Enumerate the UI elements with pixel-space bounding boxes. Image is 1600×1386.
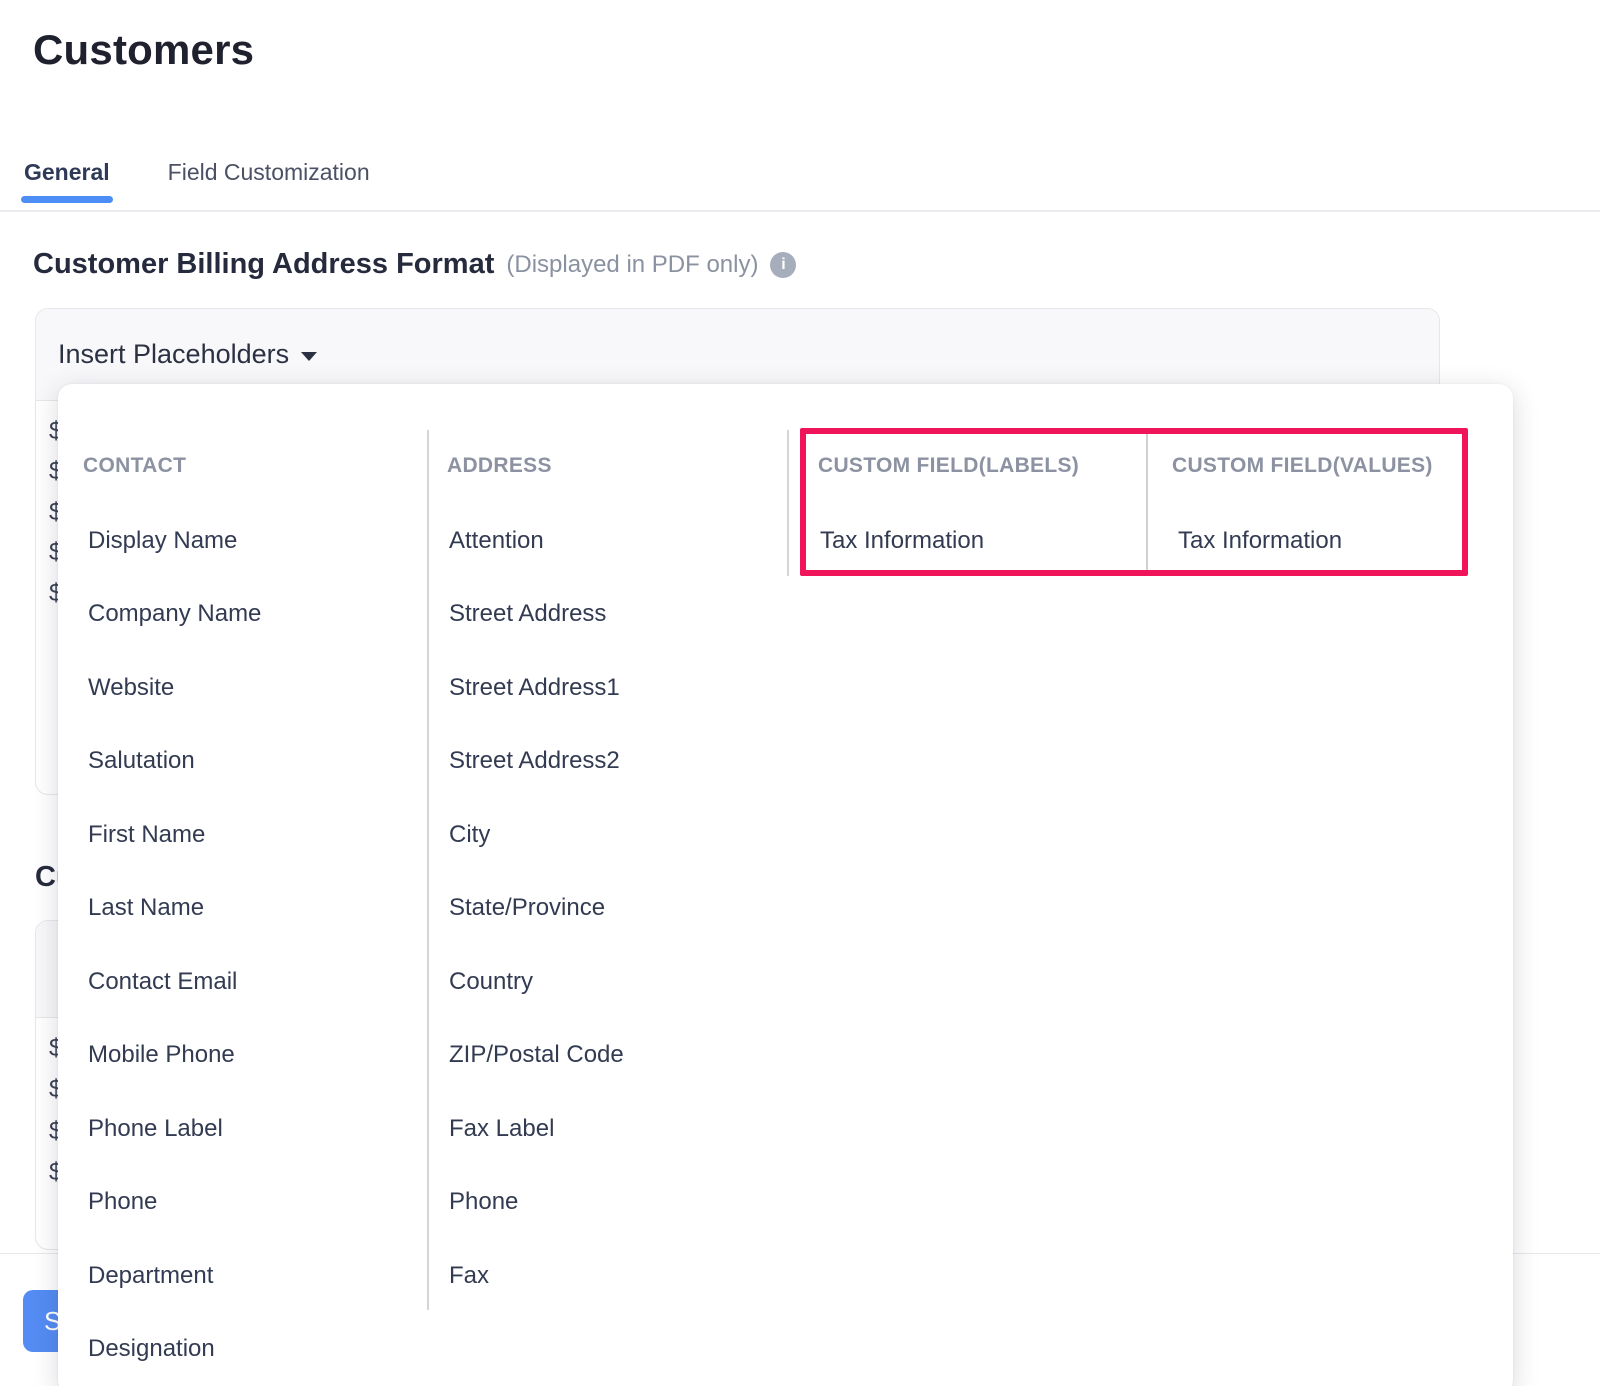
placeholder-option[interactable]: Phone bbox=[449, 1166, 624, 1240]
customers-settings-page: Customers General Field Customization Cu… bbox=[0, 0, 1600, 1386]
placeholder-option[interactable]: Designation bbox=[88, 1313, 261, 1386]
tab-general[interactable]: General bbox=[24, 156, 110, 188]
tabs-divider bbox=[0, 210, 1600, 212]
custom-field-values-list: Tax Information bbox=[1178, 504, 1342, 578]
column-divider bbox=[1146, 434, 1148, 574]
placeholder-option[interactable]: City bbox=[449, 798, 624, 872]
page-title: Customers bbox=[33, 26, 254, 74]
tab-field-customization-label: Field Customization bbox=[168, 159, 370, 186]
tab-field-customization[interactable]: Field Customization bbox=[168, 156, 370, 188]
info-icon[interactable]: i bbox=[770, 252, 796, 278]
custom-field-labels-header: CUSTOM FIELD(LABELS) bbox=[818, 444, 1079, 488]
placeholders-dropdown: CONTACT Display NameCompany NameWebsiteS… bbox=[58, 384, 1513, 1386]
tab-bar: General Field Customization bbox=[24, 156, 370, 188]
placeholder-option[interactable]: Phone bbox=[88, 1166, 261, 1240]
placeholder-option[interactable]: Country bbox=[449, 945, 624, 1019]
placeholder-option[interactable]: Street Address1 bbox=[449, 651, 624, 725]
billing-heading-text: Customer Billing Address Format bbox=[33, 248, 494, 281]
placeholder-option[interactable]: Last Name bbox=[88, 872, 261, 946]
contact-column-header: CONTACT bbox=[83, 444, 186, 488]
custom-field-labels-list: Tax Information bbox=[820, 504, 984, 578]
column-divider bbox=[787, 430, 789, 576]
placeholder-option[interactable]: Fax Label bbox=[449, 1092, 624, 1166]
contact-item-list: Display NameCompany NameWebsiteSalutatio… bbox=[88, 504, 261, 1386]
placeholder-option[interactable]: First Name bbox=[88, 798, 261, 872]
custom-field-values-header: CUSTOM FIELD(VALUES) bbox=[1172, 444, 1433, 488]
placeholder-option[interactable]: Department bbox=[88, 1239, 261, 1313]
placeholder-option[interactable]: Salutation bbox=[88, 725, 261, 799]
placeholder-option[interactable]: Street Address bbox=[449, 578, 624, 652]
address-column-header: ADDRESS bbox=[447, 444, 552, 488]
placeholder-option[interactable]: Website bbox=[88, 651, 261, 725]
placeholder-option[interactable]: Company Name bbox=[88, 578, 261, 652]
billing-section-heading: Customer Billing Address Format (Display… bbox=[33, 248, 796, 281]
placeholder-option[interactable]: Attention bbox=[449, 504, 624, 578]
insert-placeholders-label: Insert Placeholders bbox=[58, 339, 289, 370]
placeholder-option[interactable]: Fax bbox=[449, 1239, 624, 1313]
billing-heading-hint: (Displayed in PDF only) bbox=[506, 251, 758, 279]
placeholder-option[interactable]: Mobile Phone bbox=[88, 1019, 261, 1093]
chevron-down-icon bbox=[301, 352, 317, 361]
tab-general-label: General bbox=[24, 159, 110, 186]
insert-placeholders-button[interactable]: Insert Placeholders bbox=[58, 339, 317, 370]
placeholder-option[interactable]: Display Name bbox=[88, 504, 261, 578]
placeholder-option[interactable]: Street Address2 bbox=[449, 725, 624, 799]
placeholder-option[interactable]: Tax Information bbox=[820, 504, 984, 578]
placeholder-option[interactable]: Tax Information bbox=[1178, 504, 1342, 578]
address-item-list: AttentionStreet AddressStreet Address1St… bbox=[449, 504, 624, 1313]
column-divider bbox=[427, 430, 429, 1310]
placeholder-option[interactable]: Contact Email bbox=[88, 945, 261, 1019]
placeholder-option[interactable]: ZIP/Postal Code bbox=[449, 1019, 624, 1093]
placeholder-option[interactable]: State/Province bbox=[449, 872, 624, 946]
placeholder-option[interactable]: Phone Label bbox=[88, 1092, 261, 1166]
